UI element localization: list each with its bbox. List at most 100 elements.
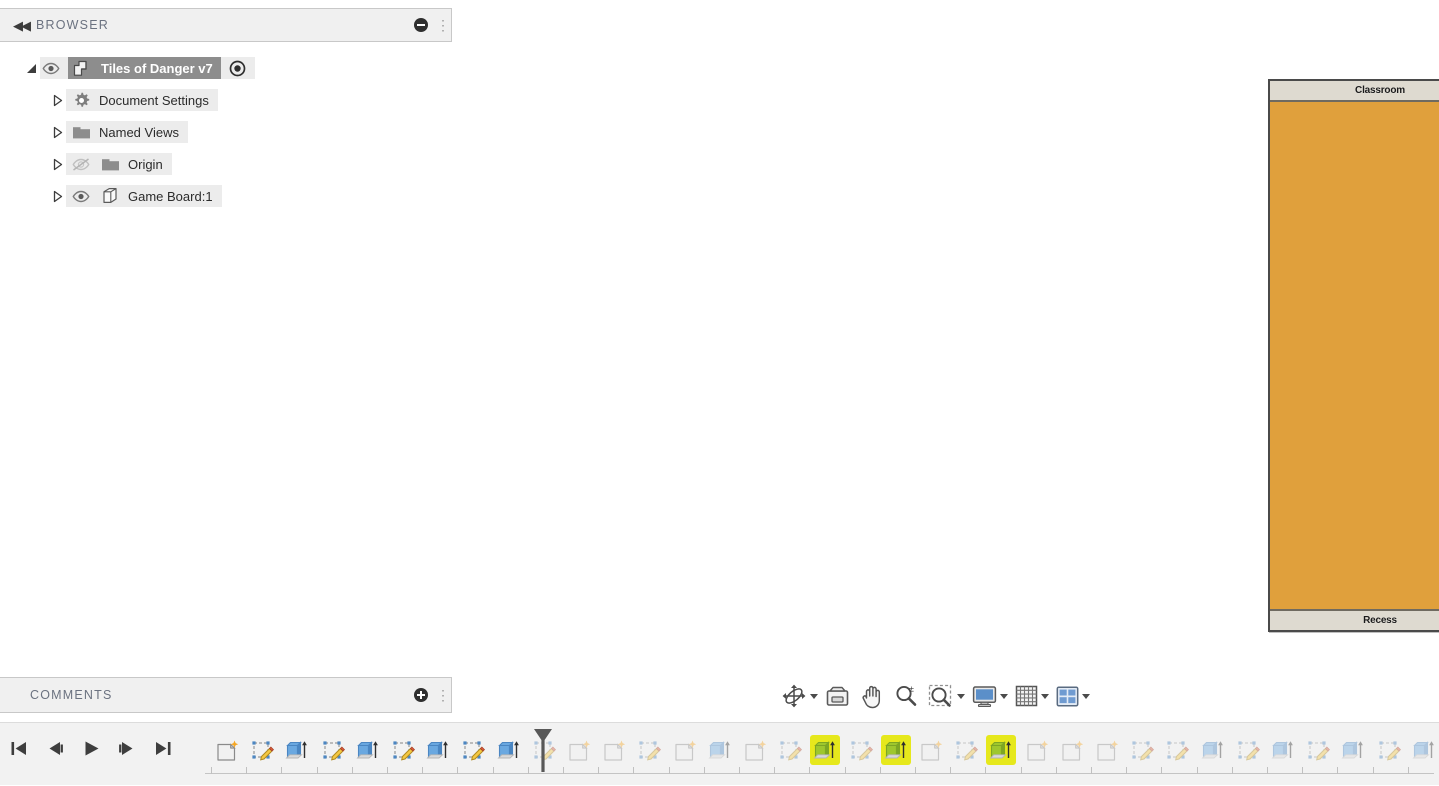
chevron-down-icon[interactable] <box>957 694 965 699</box>
timeline-feature-sketch[interactable] <box>247 735 277 765</box>
timeline-feature-extrude[interactable] <box>353 735 383 765</box>
browser-tree-row[interactable]: Document Settings <box>0 88 452 112</box>
step-back-button[interactable] <box>42 735 68 761</box>
timeline-feature-new-component[interactable] <box>1022 735 1052 765</box>
timeline-feature-extrude[interactable] <box>1198 735 1228 765</box>
timeline-feature-new-component[interactable] <box>916 735 946 765</box>
timeline-feature-extrude[interactable] <box>1338 735 1368 765</box>
timeline-feature-extrude[interactable] <box>810 735 840 765</box>
timeline-feature-sketch[interactable] <box>1233 735 1263 765</box>
navbar-item-viewport-layout[interactable] <box>1055 681 1094 711</box>
timeline-feature-sketch[interactable] <box>388 735 418 765</box>
navbar-item-zoom-window[interactable] <box>927 681 969 711</box>
timeline-tick <box>633 767 634 774</box>
chevron-down-icon[interactable] <box>1041 694 1049 699</box>
activate-target-icon[interactable] <box>227 58 249 78</box>
timeline-feature-sketch[interactable] <box>1374 735 1404 765</box>
timeline-feature-extrude[interactable] <box>1268 735 1298 765</box>
navbar-item-grid-snaps[interactable] <box>1014 681 1053 711</box>
eye-visible-icon[interactable] <box>70 187 92 205</box>
chevron-down-icon[interactable] <box>1000 694 1008 699</box>
board-top-band-label: Classroom <box>1355 85 1405 96</box>
timeline-feature-sketch[interactable] <box>318 735 348 765</box>
timeline-tick <box>809 767 810 774</box>
collapsed-triangle-icon[interactable] <box>48 155 66 173</box>
timeline-feature-extrude[interactable] <box>881 735 911 765</box>
timeline-feature-extrude[interactable] <box>282 735 312 765</box>
panel-grip-icon[interactable]: ⋮ <box>436 18 446 32</box>
timeline-tick <box>1232 767 1233 774</box>
zoom-magnifier-icon[interactable]: ± <box>894 684 918 708</box>
navbar-item-orbit[interactable] <box>780 681 822 711</box>
timeline-feature-sketch[interactable] <box>458 735 488 765</box>
browser-tree-row[interactable]: Origin <box>0 152 452 176</box>
browser-tree-row-label-box[interactable]: Tiles of Danger v7 <box>68 57 221 79</box>
timeline-feature-sketch[interactable] <box>1303 735 1333 765</box>
timeline-feature-sketch[interactable] <box>529 735 559 765</box>
chevron-down-icon[interactable] <box>1082 694 1090 699</box>
orbit-icon[interactable] <box>781 683 807 709</box>
timeline-feature-extrude[interactable] <box>986 735 1016 765</box>
minus-circle-icon[interactable] <box>410 14 432 36</box>
browser-tree-row[interactable]: Game Board:1 <box>0 184 452 208</box>
timeline-tick <box>352 767 353 774</box>
timeline-feature-sketch[interactable] <box>1127 735 1157 765</box>
go-to-end-button[interactable] <box>150 735 176 761</box>
viewport-canvas[interactable]: Classroom Recess <box>452 0 1439 785</box>
timeline-feature-extrude[interactable] <box>705 735 735 765</box>
timeline-tick <box>1021 767 1022 774</box>
viewport-layout-icon[interactable] <box>1056 686 1079 707</box>
timeline-feature-extrude[interactable] <box>423 735 453 765</box>
timeline-feature-new-component[interactable] <box>740 735 770 765</box>
display-settings-monitor-icon[interactable] <box>972 685 997 708</box>
eye-visible-icon[interactable] <box>40 59 62 77</box>
timeline-feature-new-component[interactable] <box>599 735 629 765</box>
timeline-feature-sketch[interactable] <box>846 735 876 765</box>
pan-hand-icon[interactable] <box>860 684 884 709</box>
timeline-feature-sketch[interactable] <box>634 735 664 765</box>
timeline-feature-new-component[interactable] <box>1057 735 1087 765</box>
timeline-tick <box>387 767 388 774</box>
grid-snaps-icon[interactable] <box>1015 685 1038 707</box>
browser-tree-row[interactable]: Named Views <box>0 120 452 144</box>
game-board-model[interactable]: Classroom Recess <box>1268 79 1439 632</box>
expanded-triangle-icon[interactable] <box>22 59 40 77</box>
timeline-tick <box>1091 767 1092 774</box>
timeline-feature-sketch[interactable] <box>1162 735 1192 765</box>
look-at-icon[interactable] <box>825 685 850 708</box>
comments-panel-grip-icon[interactable]: ⋮ <box>436 688 446 702</box>
svg-text:±: ± <box>909 684 914 694</box>
plus-circle-icon[interactable] <box>410 684 432 706</box>
timeline-feature-new-component[interactable] <box>1092 735 1122 765</box>
step-forward-button[interactable] <box>114 735 140 761</box>
timeline-feature-sketch[interactable] <box>775 735 805 765</box>
gear-icon <box>70 90 92 110</box>
play-button[interactable] <box>78 735 104 761</box>
navbar-item-display-settings-monitor[interactable] <box>971 681 1012 711</box>
timeline-feature-extrude[interactable] <box>1409 735 1439 765</box>
navbar-item-zoom-magnifier[interactable]: ± <box>893 681 925 711</box>
collapsed-triangle-icon[interactable] <box>48 91 66 109</box>
go-to-beginning-button[interactable] <box>6 735 32 761</box>
browser-tree-row-label-box[interactable]: Named Views <box>66 121 188 143</box>
timeline-tick <box>246 767 247 774</box>
collapsed-triangle-icon[interactable] <box>48 123 66 141</box>
navbar-item-pan-hand[interactable] <box>859 681 891 711</box>
timeline-feature-sketch[interactable] <box>951 735 981 765</box>
timeline-track[interactable] <box>205 723 1439 786</box>
document-assembly-icon <box>72 58 94 78</box>
navbar-item-look-at[interactable] <box>824 681 857 711</box>
chevron-down-icon[interactable] <box>810 694 818 699</box>
eye-hidden-icon[interactable] <box>70 155 92 173</box>
zoom-window-icon[interactable] <box>928 684 954 709</box>
browser-tree-row-label-box[interactable]: Game Board:1 <box>66 185 222 207</box>
timeline-feature-extrude[interactable] <box>494 735 524 765</box>
collapse-panel-icon[interactable]: ◀◀ <box>0 19 36 32</box>
browser-tree-row-label-box[interactable]: Origin <box>66 153 172 175</box>
timeline-feature-new-component[interactable] <box>670 735 700 765</box>
timeline-feature-new-component[interactable] <box>564 735 594 765</box>
browser-tree-row-label-box[interactable]: Document Settings <box>66 89 218 111</box>
timeline-feature-new-component[interactable] <box>212 735 242 765</box>
collapsed-triangle-icon[interactable] <box>48 187 66 205</box>
browser-tree-row[interactable]: Tiles of Danger v7 <box>0 56 452 80</box>
